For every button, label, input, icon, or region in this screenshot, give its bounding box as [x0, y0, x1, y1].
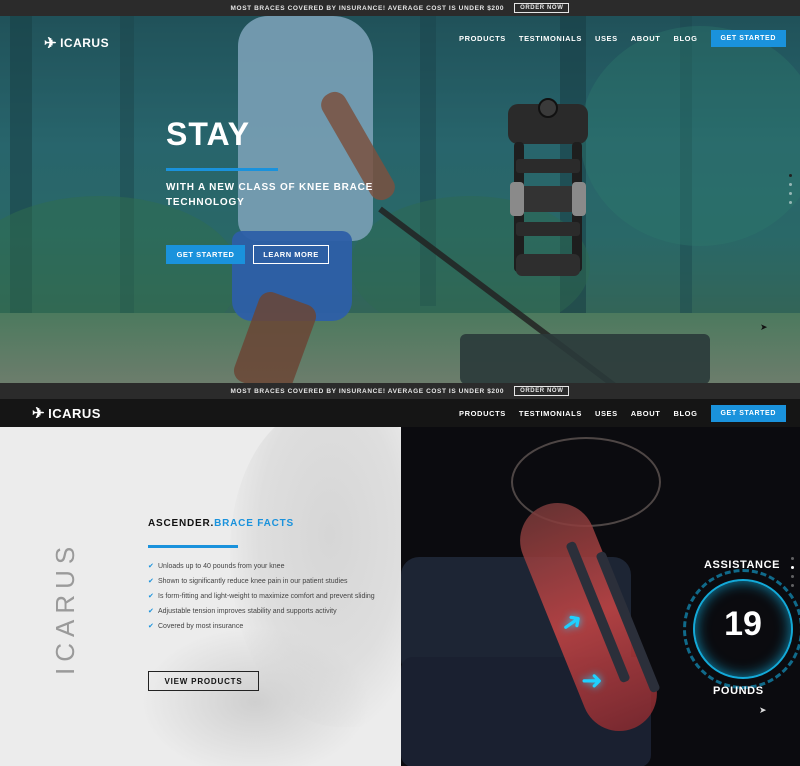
slide-dots[interactable] — [791, 557, 794, 587]
check-icon: ✔ — [148, 623, 154, 630]
view-products-button[interactable]: VIEW PRODUCTS — [148, 671, 259, 691]
site-logo[interactable]: ✈ ICARUS — [44, 34, 109, 52]
sticky-header: ✈ ICARUS PRODUCTS TESTIMONIALS USES ABOU… — [0, 399, 800, 427]
list-item: ✔ Is form-fitting and light-weight to max… — [148, 589, 378, 604]
bird-logo-icon: ✈ — [32, 405, 46, 422]
slide-dot[interactable] — [791, 575, 794, 578]
hero-subtitle: WITH A NEW CLASS OF KNEE BRACE TECHNOLOG… — [166, 182, 374, 208]
nav-get-started-button[interactable]: GET STARTED — [710, 405, 786, 422]
order-now-button[interactable]: ORDER NOW — [514, 3, 570, 13]
promo-text: MOST BRACES COVERED BY INSURANCE! AVERAG… — [230, 387, 505, 395]
hero-title: STAY — [166, 116, 251, 152]
slide-dot[interactable] — [791, 566, 794, 569]
list-item: ✔ Unloads up to 40 pounds from your knee — [148, 559, 378, 574]
lawn-mower — [460, 334, 710, 383]
title-accent: BRACE FACTS — [214, 518, 295, 529]
nav-uses[interactable]: USES — [595, 34, 618, 43]
facts-list: ✔ Unloads up to 40 pounds from your knee … — [148, 559, 378, 634]
hero-get-started-button[interactable]: GET STARTED — [166, 245, 245, 264]
sticky-nav: PRODUCTS TESTIMONIALS USES ABOUT BLOG GE… — [459, 405, 786, 422]
title-divider — [148, 545, 238, 548]
brace-watermark-image — [140, 627, 370, 766]
nav-products[interactable]: PRODUCTS — [459, 409, 506, 418]
slide-dot[interactable] — [789, 174, 792, 177]
nav-products[interactable]: PRODUCTS — [459, 34, 506, 43]
brace-facts-section: ICARUS ASCENDER.BRACE FACTS ✔ Unloads up … — [0, 427, 401, 766]
slide-dot[interactable] — [791, 557, 794, 560]
check-icon: ✔ — [148, 563, 154, 570]
bird-logo-icon: ✈ — [44, 35, 58, 52]
nav-get-started-button[interactable]: GET STARTED — [710, 30, 786, 47]
gauge-unit-label: POUNDS — [713, 685, 764, 697]
check-icon: ✔ — [148, 608, 154, 615]
logo-text: ICARUS — [48, 405, 101, 421]
nav-about[interactable]: ABOUT — [631, 34, 661, 43]
gauge-top-label: ASSISTANCE — [704, 559, 781, 571]
assistance-visual: ➜ ➜ ASSISTANCE 19 POUNDS ➤ — [401, 427, 800, 766]
promo-bar-sticky: MOST BRACES COVERED BY INSURANCE! AVERAG… — [0, 383, 800, 399]
vertical-brand-text: ICARUS — [50, 540, 80, 675]
site-logo[interactable]: ✈ ICARUS — [32, 404, 101, 422]
list-item: ✔ Shown to significantly reduce knee pain… — [148, 574, 378, 589]
main-nav: PRODUCTS TESTIMONIALS USES ABOUT BLOG GE… — [459, 30, 786, 47]
order-now-button[interactable]: ORDER NOW — [514, 386, 570, 396]
hero-section: ✈ ICARUS PRODUCTS TESTIMONIALS USES ABOU… — [0, 16, 800, 383]
hero-learn-more-button[interactable]: LEARN MORE — [253, 245, 329, 264]
cursor-icon: ➤ — [760, 322, 768, 332]
slide-dot[interactable] — [791, 584, 794, 587]
nav-about[interactable]: ABOUT — [631, 409, 661, 418]
knee-brace-image — [508, 98, 588, 276]
check-icon: ✔ — [148, 578, 154, 585]
promo-text: MOST BRACES COVERED BY INSURANCE! AVERAG… — [230, 4, 505, 12]
slide-dot[interactable] — [789, 201, 792, 204]
gauge-value: 19 — [724, 605, 762, 643]
list-item: ✔ Adjustable tension improves stability a… — [148, 604, 378, 619]
nav-testimonials[interactable]: TESTIMONIALS — [519, 409, 582, 418]
slide-dot[interactable] — [789, 183, 792, 186]
nav-testimonials[interactable]: TESTIMONIALS — [519, 34, 582, 43]
slide-dot[interactable] — [789, 192, 792, 195]
hero-slide-dots[interactable] — [789, 174, 792, 204]
arrow-right-icon: ➜ — [581, 665, 603, 695]
hero-divider — [166, 168, 278, 171]
cursor-icon: ➤ — [759, 705, 767, 715]
nav-uses[interactable]: USES — [595, 409, 618, 418]
logo-text: ICARUS — [60, 36, 110, 50]
nav-blog[interactable]: BLOG — [673, 34, 697, 43]
check-icon: ✔ — [148, 593, 154, 600]
list-item: ✔ Covered by most insurance — [148, 619, 378, 634]
nav-blog[interactable]: BLOG — [673, 409, 697, 418]
promo-bar: MOST BRACES COVERED BY INSURANCE! AVERAG… — [0, 0, 800, 16]
brace-facts-title: ASCENDER.BRACE FACTS — [148, 518, 294, 529]
title-main: ASCENDER. — [148, 518, 215, 529]
